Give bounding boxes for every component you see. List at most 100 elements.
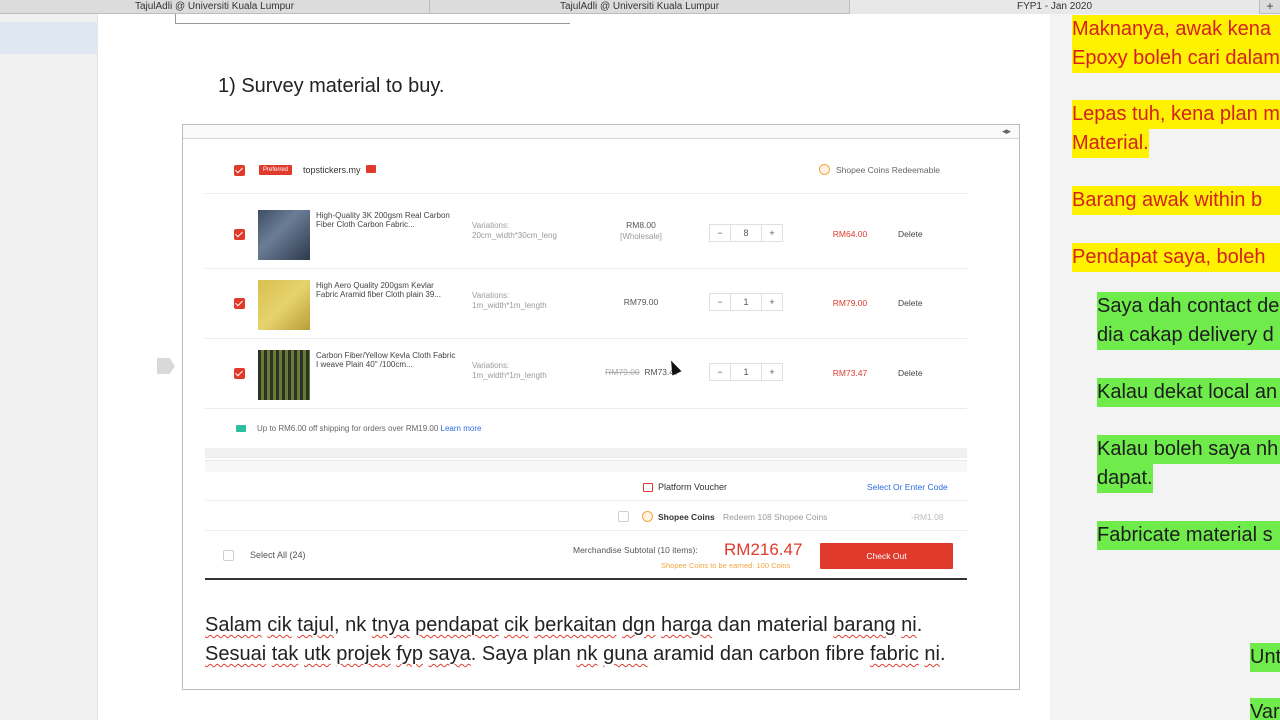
item-total: RM64.00 — [832, 229, 868, 239]
qty-plus-button[interactable]: + — [761, 293, 783, 311]
section-divider — [205, 460, 967, 472]
shop-header: Preferred topstickers.my Shopee Coins Re… — [205, 148, 967, 194]
qty-minus-button[interactable]: − — [709, 224, 731, 242]
note-block: Kalau dekat local an — [1097, 378, 1280, 408]
comment-word: projek — [336, 643, 391, 665]
qty-input[interactable]: 8 — [731, 224, 761, 242]
variation-value: 1m_width*1m_length — [472, 301, 547, 310]
qty-minus-button[interactable]: − — [709, 363, 731, 381]
product-variation[interactable]: Variations: 1m_width*1m_length — [472, 361, 547, 381]
qty-input[interactable]: 1 — [731, 293, 761, 311]
left-sidebar — [0, 14, 98, 720]
product-thumbnail[interactable] — [258, 350, 310, 400]
comment-word: . — [916, 614, 923, 636]
select-all-checkbox[interactable] — [223, 550, 234, 561]
note-line: Saya dah contact de — [1097, 292, 1280, 321]
note-block: Lepas tuh, kena plan m Material. — [1072, 100, 1280, 160]
select-all-label[interactable]: Select All (24) — [250, 550, 306, 560]
shop-checkbox[interactable] — [234, 165, 245, 176]
note-block: Unt — [1250, 643, 1280, 673]
frame-nav-arrows-icon[interactable]: ◂▸ — [1002, 125, 1011, 138]
chat-icon[interactable] — [366, 165, 376, 173]
comment-word: barang — [833, 614, 896, 636]
note-line: Unt — [1250, 643, 1280, 672]
comment-word: cik — [504, 614, 529, 636]
comment-word: tak — [271, 643, 299, 665]
price-value: RM79.00 — [623, 297, 659, 307]
note-block: Fabricate material s — [1097, 521, 1280, 551]
comment-word: . — [940, 643, 946, 665]
item-checkbox[interactable] — [234, 368, 245, 379]
coins-discount-amount: -RM1.08 — [911, 512, 944, 522]
delete-link[interactable]: Delete — [898, 368, 923, 378]
comment-word: dan material — [717, 614, 828, 636]
subtotal-label: Merchandise Subtotal (10 items): — [573, 545, 698, 555]
product-name[interactable]: Carbon Fiber/Yellow Kevla Cloth Fabric I… — [316, 351, 456, 369]
comment-word: fabric — [869, 643, 919, 665]
comment-word: tajul — [297, 614, 334, 636]
comment-word: harga — [660, 614, 713, 636]
frame-toolbar: ◂▸ — [183, 125, 1019, 139]
note-line: Fabricate material s — [1097, 521, 1280, 550]
divider — [205, 530, 967, 531]
subtotal-amount: RM216.47 — [724, 540, 803, 559]
price-wholesale: [Wholesale] — [620, 232, 662, 241]
comment-word: dgn — [622, 614, 656, 636]
comment-line: Sesuai tak utk projek fyp saya. Saya pla… — [205, 640, 1010, 669]
qty-input[interactable]: 1 — [731, 363, 761, 381]
sidebar-selected-item[interactable] — [0, 22, 98, 54]
note-line: Kalau boleh saya nh — [1097, 435, 1280, 464]
note-block: Kalau boleh saya nh dapat. — [1097, 435, 1280, 495]
comment-paragraph: Salam cik tajul, nk tnya pendapat cik be… — [205, 611, 1010, 669]
comment-word: . Saya plan — [470, 643, 571, 665]
delete-link[interactable]: Delete — [898, 229, 923, 239]
product-variation[interactable]: Variations: 1m_width*1m_length — [472, 291, 547, 311]
page-border-line — [175, 23, 570, 24]
qty-plus-button[interactable]: + — [761, 224, 783, 242]
product-name[interactable]: High-Quality 3K 200gsm Real Carbon Fiber… — [316, 211, 456, 229]
variation-value: 1m_width*1m_length — [472, 371, 547, 380]
platform-voucher-label: Platform Voucher — [658, 482, 728, 492]
product-variation[interactable]: Variations: 20cm_width*30cm_leng — [472, 221, 557, 241]
tab-tajuladli-2[interactable]: TajulAdli @ Universiti Kuala Lumpur — [430, 0, 850, 14]
note-line: Barang awak within b — [1072, 186, 1280, 215]
note-line: Material. — [1072, 129, 1149, 158]
item-checkbox[interactable] — [234, 229, 245, 240]
note-line: Maknanya, awak kena — [1072, 15, 1280, 44]
variation-label: Variations: — [472, 291, 510, 300]
comment-word: Salam — [205, 614, 262, 636]
product-name[interactable]: High Aero Quality 200gsm Kevlar Fabric A… — [316, 281, 456, 299]
coins-checkbox[interactable] — [618, 511, 629, 522]
learn-more-link[interactable]: Learn more — [441, 424, 482, 433]
comment-word: utk — [303, 643, 331, 665]
comment-word: tnya — [371, 614, 410, 636]
note-line: Epoxy boleh cari dalam — [1072, 44, 1280, 73]
unit-price: RM79.00 — [601, 297, 681, 308]
new-tab-button[interactable]: + — [1260, 0, 1280, 13]
tab-fyp1[interactable]: FYP1 - Jan 2020 — [850, 0, 1260, 14]
section-divider — [205, 448, 967, 458]
voucher-icon — [643, 483, 653, 492]
comment-word: guna — [603, 643, 648, 665]
comment-word: berkaitan — [534, 614, 617, 636]
comment-line: Salam cik tajul, nk tnya pendapat cik be… — [205, 611, 1010, 640]
select-voucher-link[interactable]: Select Or Enter Code — [867, 482, 948, 492]
product-thumbnail[interactable] — [258, 280, 310, 330]
variation-label: Variations: — [472, 361, 510, 370]
product-thumbnail[interactable] — [258, 210, 310, 260]
delete-link[interactable]: Delete — [898, 298, 923, 308]
variation-value: 20cm_width*30cm_leng — [472, 231, 557, 240]
note-line: Var — [1250, 698, 1280, 720]
note-line: Pendapat saya, boleh — [1072, 243, 1280, 272]
preferred-badge: Preferred — [259, 165, 293, 175]
shipping-text: Up to RM6.00 off shipping for orders ove… — [257, 424, 481, 433]
qty-minus-button[interactable]: − — [709, 293, 731, 311]
item-checkbox[interactable] — [234, 298, 245, 309]
checkout-button[interactable]: Check Out — [820, 543, 953, 569]
comment-word: cik — [267, 614, 292, 636]
note-block: Saya dah contact de dia cakap delivery d — [1097, 292, 1280, 352]
tab-tajuladli-1[interactable]: TajulAdli @ Universiti Kuala Lumpur — [0, 0, 430, 14]
qty-plus-button[interactable]: + — [761, 363, 783, 381]
cart-item: High-Quality 3K 200gsm Real Carbon Fiber… — [205, 199, 967, 269]
shop-name[interactable]: topstickers.my — [303, 165, 361, 175]
